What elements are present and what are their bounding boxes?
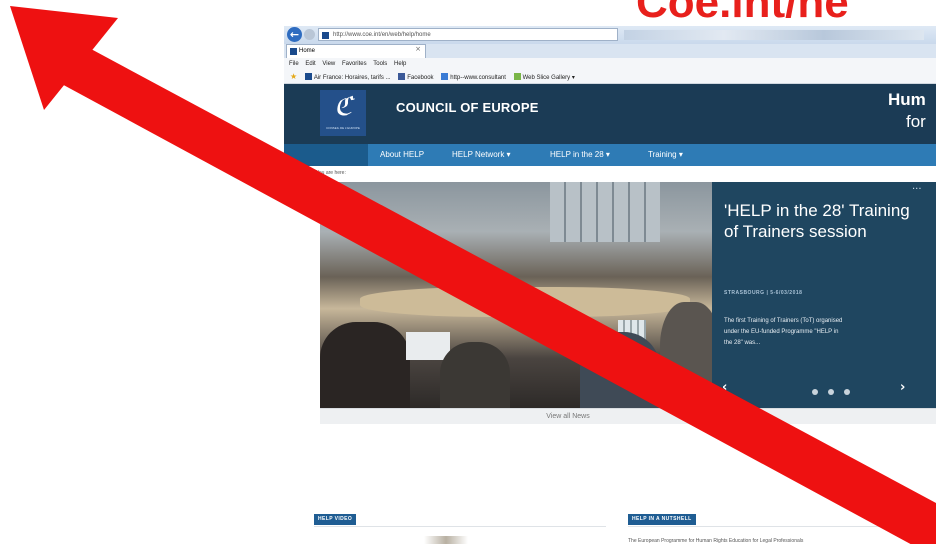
red-arrow-shaft bbox=[58, 42, 936, 544]
big-red-arrow-icon bbox=[10, 6, 936, 544]
